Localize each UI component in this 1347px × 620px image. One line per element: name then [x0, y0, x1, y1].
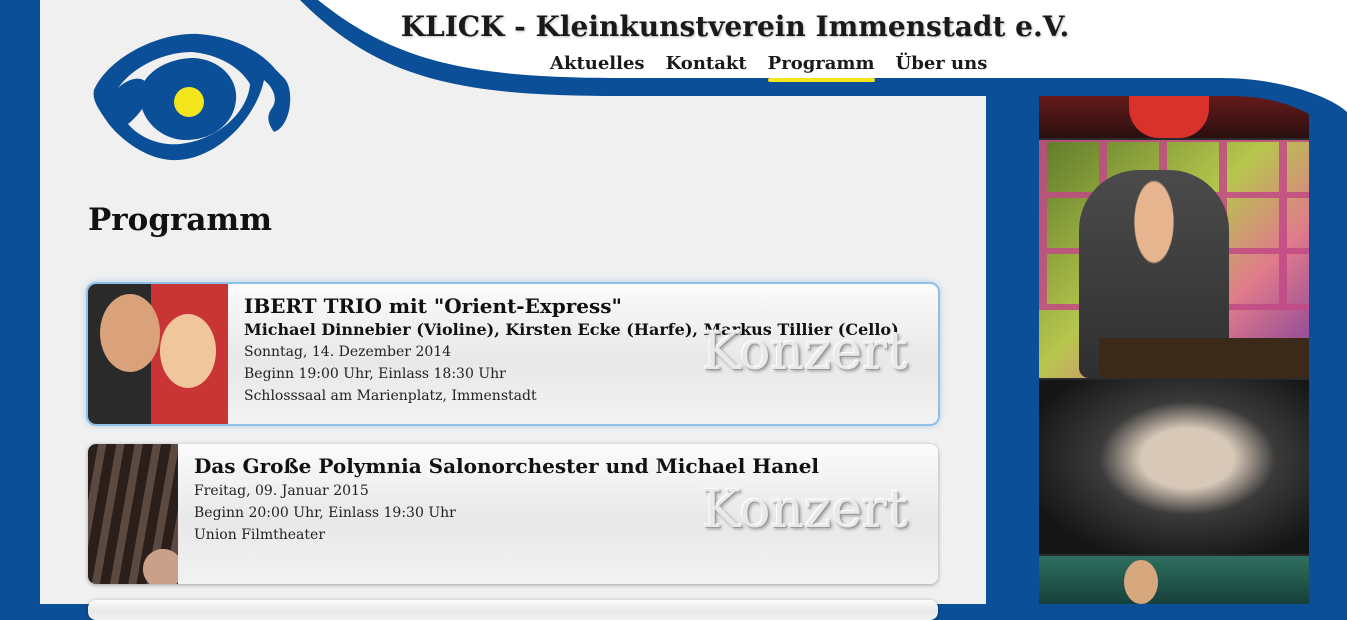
event-details: Das Große Polymnia Salonorchester und Mi…: [194, 454, 918, 546]
event-thumbnail: [88, 284, 228, 424]
event-venue: Schlosssaal am Marienplatz, Immenstadt: [244, 388, 537, 404]
event-title: IBERT TRIO mit "Orient-Express": [244, 294, 622, 318]
sidebar-photo: [1039, 556, 1309, 604]
nav-item-ueber-uns[interactable]: Über uns: [896, 53, 988, 80]
page-title: Programm: [88, 202, 273, 238]
event-venue: Union Filmtheater: [194, 527, 326, 543]
eye-logo-icon[interactable]: [88, 28, 296, 170]
nav-item-programm[interactable]: Programm: [767, 53, 875, 82]
sidebar-photo: [1039, 380, 1309, 554]
event-card[interactable]: [88, 600, 938, 620]
event-title: Das Große Polymnia Salonorchester und Mi…: [194, 454, 820, 478]
nav-item-kontakt[interactable]: Kontakt: [666, 53, 747, 80]
event-subtitle: Michael Dinnebier (Violine), Kirsten Eck…: [244, 320, 899, 339]
event-date: Freitag, 09. Januar 2015: [194, 483, 369, 499]
event-time: Beginn 19:00 Uhr, Einlass 18:30 Uhr: [244, 366, 506, 382]
event-card[interactable]: IBERT TRIO mit "Orient-Express" Michael …: [88, 284, 938, 424]
event-date: Sonntag, 14. Dezember 2014: [244, 344, 452, 360]
event-details: IBERT TRIO mit "Orient-Express" Michael …: [244, 294, 918, 407]
event-thumbnail: [88, 444, 178, 584]
nav-item-aktuelles[interactable]: Aktuelles: [550, 53, 645, 80]
main-nav: Aktuelles Kontakt Programm Über uns: [550, 53, 988, 82]
event-time: Beginn 20:00 Uhr, Einlass 19:30 Uhr: [194, 505, 456, 521]
site-title: KLICK - Kleinkunstverein Immenstadt e.V.: [400, 10, 1070, 43]
event-card[interactable]: Das Große Polymnia Salonorchester und Mi…: [88, 444, 938, 584]
